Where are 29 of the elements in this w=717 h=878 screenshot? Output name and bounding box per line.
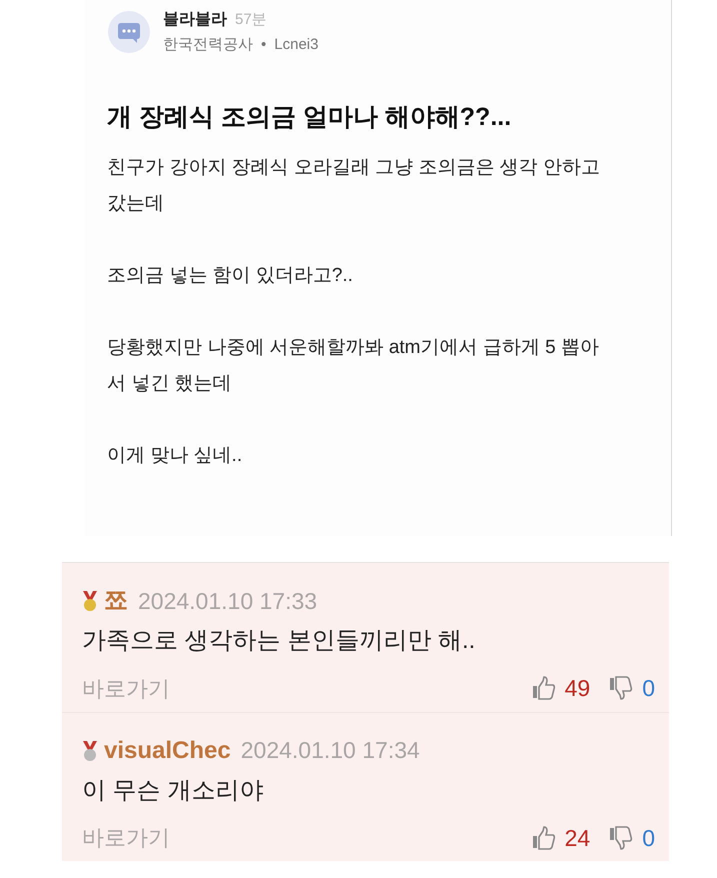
post-paragraph: 당황했지만 나중에 서운해할까봐 atm기에서 급하게 5 뽑아서 넣긴 했는데 <box>107 336 600 396</box>
shortcut-link[interactable]: 바로가기 <box>82 821 170 854</box>
post-paragraph: 조의금 넣는 함이 있더라고?.. <box>107 264 354 288</box>
post-paragraph: 친구가 강아지 장례식 오라길래 그냥 조의금은 생각 안하고 갔는데 <box>107 156 601 216</box>
author-name[interactable]: 블라블라 <box>163 8 227 32</box>
thumbs-up-icon[interactable] <box>530 675 557 702</box>
comment-date: 2024.01.10 17:33 <box>138 586 318 616</box>
shortcut-link[interactable]: 바로가기 <box>82 672 170 705</box>
like-count: 49 <box>564 674 590 703</box>
comment-text: 이 무슨 개소리야 <box>82 776 264 806</box>
separator-dot: • <box>261 35 266 55</box>
post-paragraph: 이게 맞나 싶네.. <box>107 444 244 468</box>
commenter-name[interactable]: visualChec <box>104 732 231 768</box>
thumbs-down-icon[interactable] <box>608 824 634 851</box>
comment-date: 2024.01.10 17:34 <box>240 736 420 766</box>
medal-icon <box>82 590 98 612</box>
post-time: 57분 <box>235 10 267 30</box>
thumbs-up-icon[interactable] <box>530 824 557 851</box>
avatar-icon <box>107 10 151 54</box>
comment-text: 가족으로 생각하는 본인들끼리만 해.. <box>82 626 476 656</box>
company-name: 한국전력공사 <box>163 35 253 55</box>
medal-icon <box>82 740 98 762</box>
dislike-count: 0 <box>642 824 655 852</box>
like-count: 24 <box>564 824 590 852</box>
commenter-name[interactable]: 쬬 <box>104 583 128 619</box>
thumbs-down-icon[interactable] <box>608 675 634 702</box>
post-title: 개 장례식 조의금 얼마나 해야해??... <box>107 102 512 132</box>
dislike-count: 0 <box>642 674 655 703</box>
user-id: Lcnei3 <box>274 35 318 55</box>
